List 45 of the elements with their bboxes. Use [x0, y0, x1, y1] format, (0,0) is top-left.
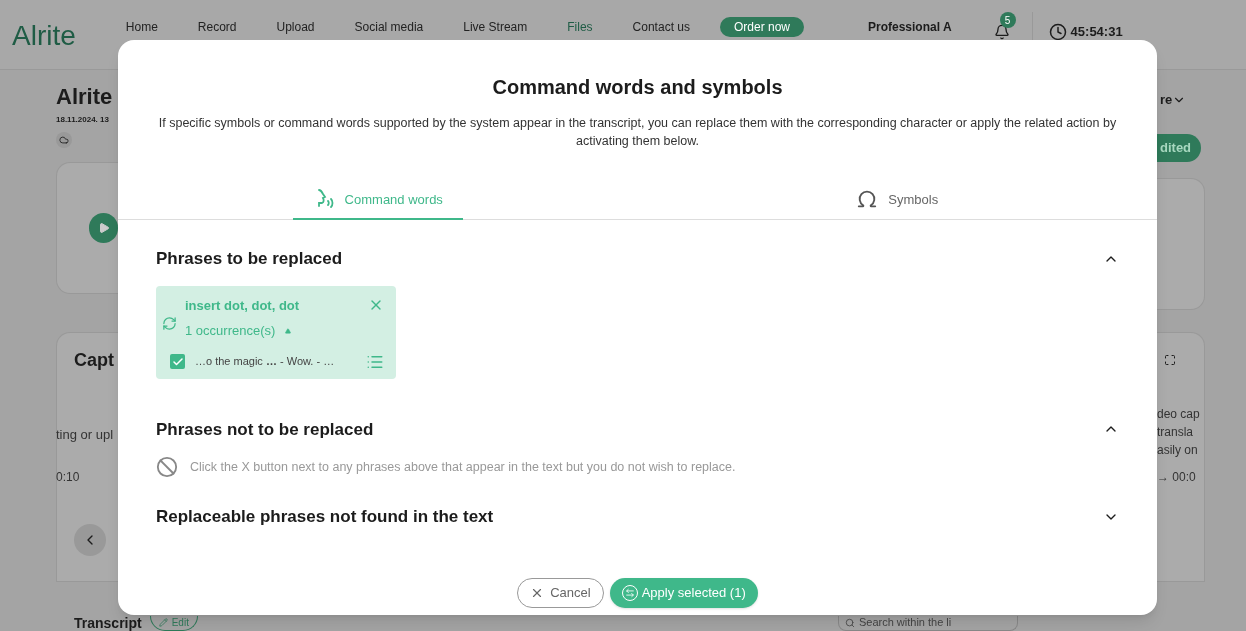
nav-link[interactable]: Record — [197, 20, 237, 34]
play-button[interactable] — [89, 213, 118, 243]
play-icon — [97, 222, 110, 234]
phrase-text: insert dot, dot, dot — [185, 296, 300, 315]
bell-icon[interactable] — [993, 24, 1010, 40]
more-menu[interactable]: re — [1160, 90, 1187, 110]
file-title: Alrite — [56, 84, 114, 110]
hint-text: Click the X button next to any phrases above that appear in the text but you do not wish to replace. — [190, 458, 736, 476]
nav-link[interactable]: Home — [125, 20, 158, 34]
match-context: …o the magic … - Wow. - … — [195, 354, 336, 370]
transcript-title: Transcript — [74, 615, 142, 631]
nav-link[interactable]: Files — [567, 20, 593, 34]
order-button[interactable]: Order now — [720, 17, 804, 37]
cloud-icon — [56, 132, 72, 148]
nav-link[interactable]: Social media — [354, 20, 424, 34]
caption-title: Capt — [74, 349, 114, 372]
timer: 45:54:31 — [1070, 23, 1123, 42]
tab[interactable]: Symbols — [836, 188, 959, 220]
section-title: Phrases not to be replaced — [156, 418, 374, 441]
notification-count: 5 — [999, 12, 1016, 28]
omega-icon — [856, 188, 879, 210]
nav-link[interactable]: Upload — [276, 20, 315, 34]
dialog-title: Command words and symbols — [491, 75, 784, 100]
file-date: 18.11.2024. 13 — [56, 114, 110, 126]
checkbox[interactable] — [170, 354, 185, 369]
user-name: Professional A — [868, 20, 952, 34]
fullscreen-icon[interactable] — [1164, 354, 1176, 366]
replace-icon — [162, 315, 177, 331]
triangle-icon — [285, 327, 292, 334]
blocked-icon — [156, 456, 178, 478]
pencil-icon — [158, 618, 168, 627]
caption-time: → 00:0 — [1157, 469, 1196, 486]
dialog-description: If specific symbols or command words supported by the system appear in the transcript, you can replace them with the corresponding character or apply the related action by activating them below. — [157, 115, 1118, 150]
section-title: Phrases to be replaced — [156, 248, 343, 270]
caption-text: asily on — [1157, 442, 1199, 459]
search-icon — [844, 617, 855, 628]
caption-time: 0:10 — [56, 469, 80, 486]
section-title: Replaceable phrases not found in the text — [156, 506, 494, 528]
caption-text: deo cap — [1157, 406, 1201, 423]
nav-link[interactable]: Live Stream — [463, 20, 528, 34]
clock-icon — [1048, 23, 1067, 41]
caption-text: transla — [1157, 424, 1195, 441]
logo: Alrite — [12, 20, 76, 52]
nav-link[interactable]: Contact us — [632, 20, 690, 34]
caption-text: ting or upl — [56, 426, 114, 444]
